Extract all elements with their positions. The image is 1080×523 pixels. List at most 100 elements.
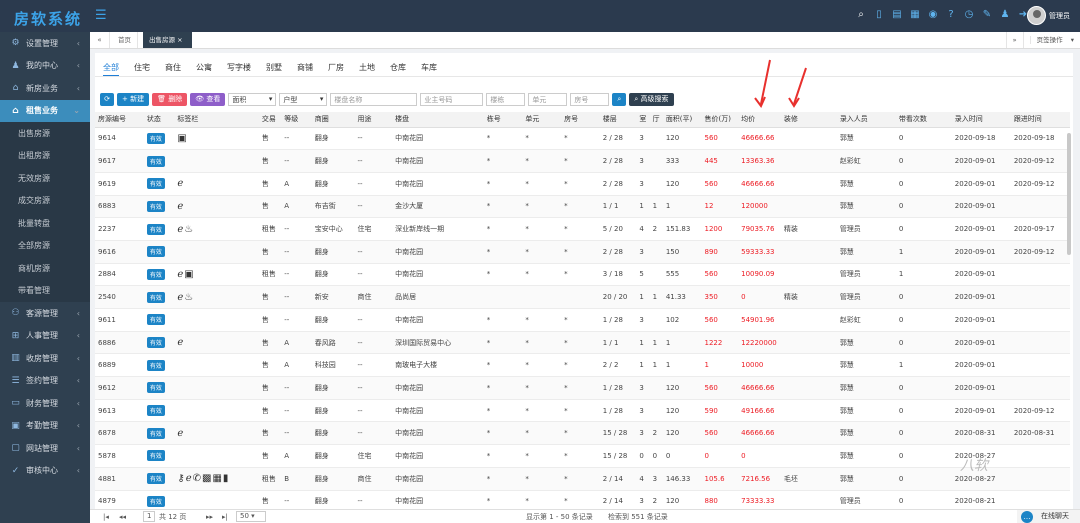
table-row[interactable]: 6889 有效售 A 科技园 -- 南玻电子大楼 * * * 2 / 2 1 1 1 1 10000 郭慧 1 2… <box>95 353 1070 378</box>
sidebar-item-collect[interactable]: ▥ 收房管理 ‹ <box>0 347 90 370</box>
sidebar-subitem-all[interactable]: 全部房源 <box>0 234 90 257</box>
sidebar-item-my-center[interactable]: ♟ 我的中心 ‹ <box>0 55 90 78</box>
owner-phone-input[interactable]: 业主号码 <box>420 92 484 106</box>
column-header[interactable]: 单元 <box>522 112 562 128</box>
sidebar-item-attendance[interactable]: ▣ 考勤管理 ‹ <box>0 415 90 438</box>
type-tab-shop[interactable]: 商铺 <box>297 61 313 76</box>
tab-operations-dropdown[interactable]: 页签操作 ▾ <box>1022 32 1080 48</box>
table-row[interactable]: 5878 有效售 A 翻身 住宅 中南花园 * * * 15 / 28 0 0 0 0 0 郭慧 0 2020-0… <box>95 444 1070 468</box>
sidebar-subitem-sale[interactable]: 出售房源 <box>0 122 90 145</box>
column-header[interactable]: 楼盘 <box>392 112 484 128</box>
column-header[interactable]: 交易 <box>258 112 282 128</box>
sidebar-item-new-house[interactable]: ⌂ 新房业务 ‹ <box>0 77 90 100</box>
sidebar-subitem-invalid[interactable]: 无效房源 <box>0 167 90 190</box>
column-header[interactable]: 录入人员 <box>836 112 896 128</box>
type-tab-all[interactable]: 全部 <box>103 61 119 76</box>
clock-icon[interactable]: ◷ <box>964 9 974 20</box>
table-row[interactable]: 9613 有效售 -- 翻身 -- 中南花园 * * * 1 / 28 3 120 590 49166.6… <box>95 399 1070 423</box>
page-number-input[interactable]: 1 <box>143 511 155 522</box>
vertical-scrollbar[interactable] <box>1067 133 1071 255</box>
room-input[interactable]: 房号 <box>570 92 610 106</box>
tab-home[interactable]: 首页 <box>112 32 138 48</box>
user-name[interactable]: 管理员 <box>1049 11 1070 21</box>
delete-button[interactable]: 🗑 删除 <box>152 92 188 106</box>
sidebar-item-hr[interactable]: ⊞ 人事管理 ‹ <box>0 325 90 348</box>
search-icon[interactable]: ⌕ <box>856 9 866 20</box>
type-tab-factory[interactable]: 厂房 <box>328 61 344 76</box>
type-tab-warehouse[interactable]: 仓库 <box>390 61 406 76</box>
table-row[interactable]: 6886 有效 ℯ 售 A 春风路 -- 深圳国际贸易中心 * * * 1 / 1 1 1 1 1222 122… <box>95 331 1070 355</box>
column-header[interactable]: 房源编号 <box>95 112 144 128</box>
table-row[interactable]: 9619 有效 ℯ 售 A 翻身 -- 中南花园 * * * 2 / 28 3 120 560 46666.6… <box>95 172 1070 196</box>
mobile-icon[interactable]: ▯ <box>874 9 884 20</box>
table-row[interactable]: 2884 有效 ℯ▣ 租售 -- 翻身 -- 中南花园 * * * 3 / 18 5 555 560 1009… <box>95 263 1070 287</box>
table-row[interactable]: 9614 有效 ▣ 售 -- 翻身 -- 中南花园 * * * 2 / 28 3 120 560 46666.… <box>95 127 1070 151</box>
sidebar-item-customer[interactable]: ⚇ 客源管理 ‹ <box>0 302 90 325</box>
menu-toggle-icon[interactable]: ☰ <box>95 8 107 23</box>
sidebar-subitem-rent[interactable]: 出租房源 <box>0 144 90 167</box>
type-tab-land[interactable]: 土地 <box>359 61 375 76</box>
table-row[interactable]: 2237 有效 ℯ♨ 租售 -- 宝安中心 住宅 深业新岸线一期 * * * 5 / 20 4 2 151.… <box>95 217 1070 241</box>
prev-page-icon[interactable]: ◂◂ <box>119 511 126 523</box>
advanced-search-button[interactable]: ⌕ 高级搜索 <box>629 92 674 106</box>
document-icon[interactable]: ▤ <box>892 9 902 20</box>
sidebar-item-finance[interactable]: ▭ 财务管理 ‹ <box>0 392 90 415</box>
column-header[interactable]: 标签栏 <box>174 112 259 128</box>
column-header[interactable]: 房号 <box>561 112 600 128</box>
column-header[interactable]: 带看次数 <box>895 112 952 128</box>
sidebar-item-settings[interactable]: ⚙ 设置管理 ‹ <box>0 32 90 55</box>
sidebar-subitem-business[interactable]: 商机房源 <box>0 257 90 280</box>
table-row[interactable]: 2540 有效 ℯ♨ 售 -- 新安 商住 品尚居 20 / 20 1 1 41.33 350 0 精装 管理… <box>95 285 1070 309</box>
table-row[interactable]: 9616 有效售 -- 翻身 -- 中南花园 * * * 2 / 28 3 150 890 59333.3… <box>95 240 1070 264</box>
column-header[interactable]: 装修 <box>780 112 837 128</box>
type-tab-residential[interactable]: 住宅 <box>134 61 150 76</box>
column-header[interactable]: 厅 <box>649 112 663 128</box>
unit-input[interactable]: 单元 <box>528 92 568 106</box>
column-header[interactable]: 面积(平) <box>662 112 702 128</box>
estate-name-input[interactable]: 楼盘名称 <box>330 92 418 106</box>
help-icon[interactable]: ? <box>946 9 956 20</box>
column-header[interactable]: 楼层 <box>599 112 637 128</box>
column-header[interactable]: 售价(万) <box>701 112 739 128</box>
edit-icon[interactable]: ✎ <box>982 9 992 20</box>
table-row[interactable]: 9612 有效售 -- 翻身 -- 中南花园 * * * 1 / 28 3 120 560 46666.6… <box>95 376 1070 400</box>
sidebar-subitem-viewing[interactable]: 带看管理 <box>0 279 90 302</box>
location-icon[interactable]: ◉ <box>928 9 938 20</box>
search-button[interactable]: ⌕ <box>612 92 627 106</box>
tab-scroll-left-icon[interactable]: « <box>90 32 110 48</box>
refresh-button[interactable]: ⟳ <box>100 92 114 106</box>
sidebar-subitem-batch[interactable]: 批量转盘 <box>0 212 90 235</box>
layout-select[interactable]: 户型 <box>279 92 328 106</box>
last-page-icon[interactable]: ▸| <box>222 511 228 523</box>
column-header[interactable]: 状态 <box>143 112 175 128</box>
tab-scroll-right-icon[interactable]: » <box>1005 32 1023 48</box>
table-row[interactable]: 4881 有效 ⚷ℯ✆▩▦▮ 租售 B 翻身 商住 中南花园 * * * 2 / 14 4 3 146.33… <box>95 467 1070 491</box>
online-chat-button[interactable]: … 在线聊天 <box>1017 509 1080 523</box>
column-header[interactable]: 跟进时间 <box>1010 112 1070 128</box>
column-header[interactable]: 室 <box>636 112 650 128</box>
tab-sale-listings[interactable]: 出售房源 × <box>143 32 192 48</box>
user-icon[interactable]: ♟ <box>1000 9 1010 20</box>
sidebar-item-website[interactable]: ▢ 网站管理 ‹ <box>0 437 90 460</box>
column-header[interactable]: 栋号 <box>483 112 523 128</box>
type-tab-garage[interactable]: 车库 <box>421 61 437 76</box>
type-tab-office[interactable]: 写字楼 <box>227 61 251 76</box>
first-page-icon[interactable]: |◂ <box>103 511 109 523</box>
view-button[interactable]: 👁 查看 <box>190 92 226 106</box>
avatar[interactable] <box>1027 6 1046 25</box>
column-header[interactable]: 用途 <box>354 112 393 128</box>
table-row[interactable]: 9617 有效售 -- 翻身 -- 中南花园 * * * 2 / 28 3 333 445 13363.3… <box>95 149 1070 173</box>
column-header[interactable]: 等级 <box>281 112 312 128</box>
column-header[interactable]: 均价 <box>738 112 781 128</box>
sidebar-item-audit[interactable]: ✓ 审核中心 ‹ <box>0 460 90 483</box>
new-button[interactable]: + 新建 <box>117 92 150 106</box>
sidebar-subitem-deal[interactable]: 成交房源 <box>0 189 90 212</box>
close-icon[interactable]: × <box>177 36 182 44</box>
table-row[interactable]: 9611 有效售 -- 翻身 -- 中南花园 * * * 1 / 28 3 102 560 54901.9… <box>95 308 1070 332</box>
building-input[interactable]: 楼栋 <box>486 92 526 106</box>
type-tab-apartment[interactable]: 公寓 <box>196 61 212 76</box>
area-select[interactable]: 面积 <box>228 92 277 106</box>
table-row[interactable]: 6883 有效 ℯ 售 A 布吉街 -- 金沙大厦 * * * 1 / 1 1 1 1 12 120000 郭慧 0… <box>95 195 1070 219</box>
sidebar-item-contract[interactable]: ☰ 签约管理 ‹ <box>0 370 90 393</box>
type-tab-villa[interactable]: 别墅 <box>266 61 282 76</box>
